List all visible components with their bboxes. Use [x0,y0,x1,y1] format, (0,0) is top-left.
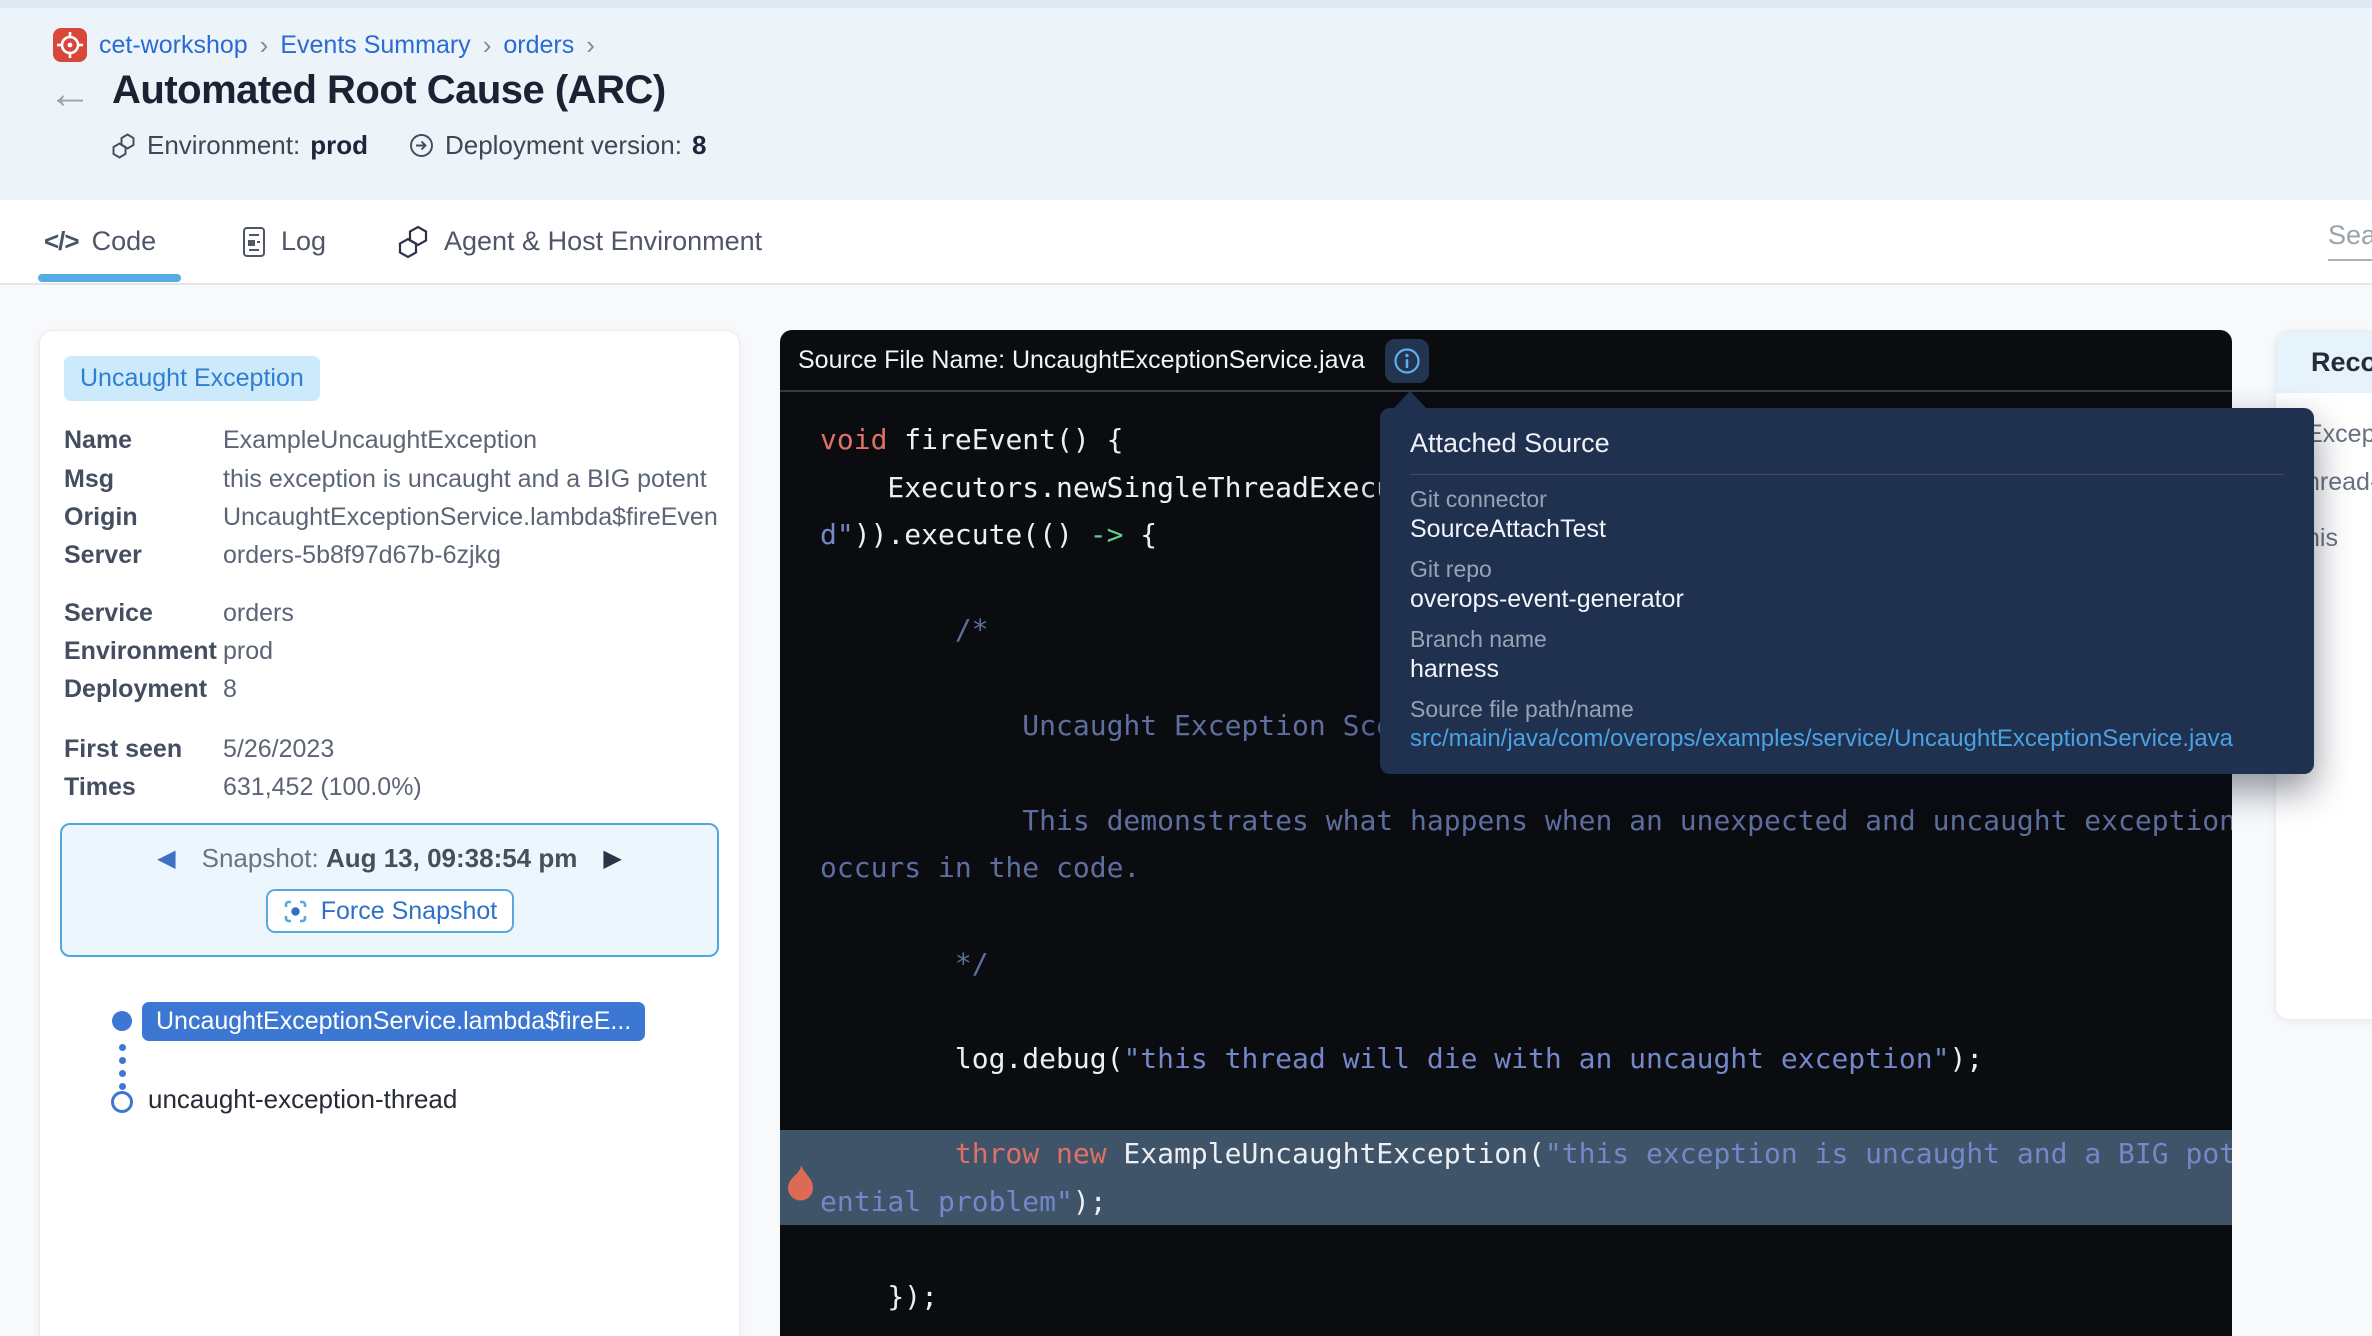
force-snapshot-icon [282,898,309,925]
force-snapshot-label: Force Snapshot [321,897,498,926]
code-line: log.debug("this thread will die with an … [780,1035,2232,1083]
code-line: throw new ExampleUncaughtException("this… [780,1130,2232,1178]
code-line: ential problem"); [780,1178,2232,1226]
info-row-name: NameExampleUncaughtException [64,424,725,456]
snapshot-prev-icon[interactable]: ◀ [157,844,175,873]
code-line: */ [780,940,2232,988]
back-arrow-icon[interactable]: ← [48,72,92,116]
environment-label: Environment: [147,130,300,161]
source-file-path-link[interactable]: src/main/java/com/overops/examples/servi… [1410,723,2284,755]
meta-row: Environment: prod Deployment version: 8 [110,130,706,161]
page-title: Automated Root Cause (ARC) [112,68,666,113]
snapshot-next-icon[interactable]: ▶ [603,844,621,873]
attached-source-info-button[interactable] [1385,339,1429,383]
info-row-origin: OriginUncaughtExceptionService.lambda$fi… [64,501,725,533]
deployment-value: 8 [692,130,706,161]
code-viewer-header: Source File Name: UncaughtExceptionServi… [780,330,2232,392]
flame-icon [782,1163,818,1205]
right-panel-item[interactable]: Excepti [2306,420,2372,449]
deployment-icon [408,132,435,159]
info-row-deployment: Deployment8 [64,673,725,705]
code-line: This demonstrates what happens when an u… [780,797,2232,845]
hexagons-icon [395,224,431,260]
tab-agent-label: Agent & Host Environment [444,226,762,257]
tooltip-divider [1410,474,2284,475]
environment-value: prod [310,130,368,161]
app-logo-icon [53,28,87,62]
breadcrumb-link-events-summary[interactable]: Events Summary [280,31,470,60]
tab-code[interactable]: </> Code [44,200,156,283]
environment-icon [110,132,137,159]
right-panel-title: Recor [2276,331,2372,393]
event-type-badge: Uncaught Exception [64,356,320,401]
tab-code-label: Code [92,226,157,257]
tooltip-git-repo: Git repo overops-event-generator [1410,555,2284,615]
tab-bar: </> Code Log Agent & Host Environment [0,200,2372,285]
breadcrumb-link-workspace[interactable]: cet-workshop [99,31,248,60]
snapshot-label: Snapshot: [202,843,319,873]
tooltip-source-file-path: Source file path/name src/main/java/com/… [1410,695,2284,755]
info-row-environment: Environmentprod [64,635,725,667]
info-row-msg: Msgthis exception is uncaught and a BIG … [64,463,725,495]
info-row-first-seen: First seen5/26/2023 [64,733,725,765]
info-row-times: Times631,452 (100.0%) [64,771,725,803]
snapshot-nav: ◀ Snapshot: Aug 13, 09:38:54 pm ▶ [62,837,717,879]
info-row-service: Serviceorders [64,597,725,629]
force-snapshot-button[interactable]: Force Snapshot [266,889,514,933]
top-strip [0,0,2372,8]
breadcrumb-separator: › [586,30,595,61]
snapshot-box: ◀ Snapshot: Aug 13, 09:38:54 pm ▶ Force … [60,823,719,957]
code-line [780,1082,2232,1130]
code-line: }); [780,1273,2232,1321]
tab-agent-host-environment[interactable]: Agent & Host Environment [395,200,762,283]
code-line [780,987,2232,1035]
tooltip-git-connector: Git connector SourceAttachTest [1410,485,2284,545]
breadcrumb-link-service[interactable]: orders [503,31,574,60]
code-tab-icon: </> [44,226,79,257]
attached-source-tooltip: Attached Source Git connector SourceAtta… [1380,408,2314,774]
stack-frame-dot-icon [112,1011,132,1031]
tab-log-label: Log [281,226,326,257]
tooltip-title: Attached Source [1410,426,2284,460]
search-field-wrap [2328,220,2372,261]
code-line [780,892,2232,940]
active-tab-underline [38,274,181,282]
environment-meta: Environment: prod [110,130,368,161]
breadcrumb: cet-workshop › Events Summary › orders › [53,28,595,62]
code-line: occurs in the code. [780,844,2232,892]
deployment-meta: Deployment version: 8 [408,130,706,161]
breadcrumb-separator: › [483,30,492,61]
event-details-panel: Uncaught Exception NameExampleUncaughtEx… [39,330,740,1336]
stack-connector-dots [119,1044,126,1090]
tab-log[interactable]: Log [240,200,326,283]
page-header: cet-workshop › Events Summary › orders ›… [0,0,2372,200]
search-input[interactable] [2328,220,2372,261]
source-file-name: Source File Name: UncaughtExceptionServi… [798,346,1365,375]
snapshot-timestamp: Aug 13, 09:38:54 pm [326,843,577,873]
stack-thread-item[interactable]: uncaught-exception-thread [148,1084,457,1115]
log-tab-icon [240,226,268,258]
code-line [780,1225,2232,1273]
right-panel-item[interactable]: hread- [2306,468,2372,497]
stack-frame-selected[interactable]: UncaughtExceptionService.lambda$fireE... [142,1002,645,1041]
stack-thread-circle-icon [111,1091,133,1113]
tooltip-branch-name: Branch name harness [1410,625,2284,685]
info-row-server: Serverorders-5b8f97d67b-6zjkg [64,539,725,571]
deployment-label: Deployment version: [445,130,682,161]
breadcrumb-separator: › [260,30,269,61]
